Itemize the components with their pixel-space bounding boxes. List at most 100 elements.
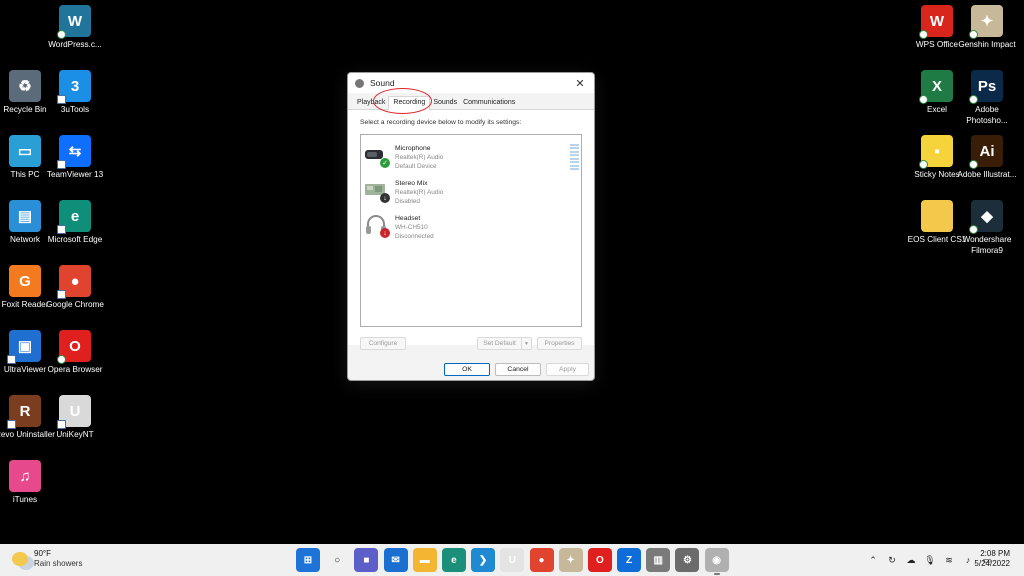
desktop-shortcut-label: TeamViewer 13 [46,170,104,179]
properties-button[interactable]: Properties [537,337,582,350]
set-default-dropdown[interactable]: ▼ [521,337,532,350]
folder-icon [921,200,953,232]
revo-uninstaller-icon: R [7,395,41,429]
weather-widget[interactable]: 90°F Rain showers [12,549,82,569]
headset-device-icon: ↓ [364,213,390,238]
teams-chat-icon[interactable]: ■ [354,548,379,572]
tab-recording[interactable]: Recording [388,96,431,110]
cancel-button[interactable]: Cancel [495,363,541,376]
sound-control-icon[interactable]: ◉ [704,548,729,575]
desktop-shortcut-label: Foxit Reader [1,300,49,309]
ultraviewer-icon: ▣ [7,330,41,364]
device-driver: Realtek(R) Audio [395,154,444,161]
close-button[interactable]: ✕ [566,73,594,93]
wordpress-icon: W [57,5,91,39]
desktop-shortcut-label: Genshin Impact [958,40,1016,49]
desktop-shortcut-label: This PC [10,170,40,179]
chrome-icon: ● [57,265,91,299]
chevron-up-icon[interactable]: ⌃ [866,553,880,567]
device-microphone[interactable]: ✓ Microphone Realtek(R) Audio Default De… [364,140,579,172]
start-icon[interactable]: ⊞ [296,548,320,572]
sound-dialog: Sound ✕ Playback Recording Sounds Commun… [347,72,595,381]
printer-icon[interactable]: ▥ [646,548,671,572]
genshin-taskbar-icon[interactable]: ✦ [558,548,583,572]
desktop-shortcut[interactable]: U UniKeyNT [44,395,106,441]
tab-sounds[interactable]: Sounds [430,99,460,109]
sync-status-icon [969,95,978,104]
desktop-shortcut[interactable]: ✦ Genshin Impact [956,5,1018,51]
opera-icon: O [57,330,91,364]
file-explorer-icon[interactable]: ▬ [412,548,437,572]
edge-taskbar-icon[interactable]: e [441,548,466,572]
volume-icon[interactable]: ♪ [961,553,975,567]
desktop-shortcut[interactable]: ⇆ TeamViewer 13 [44,135,106,181]
desktop-shortcut[interactable]: O Opera Browser [44,330,106,376]
desktop-shortcut-label: Opera Browser [47,365,103,374]
unikey-taskbar-icon[interactable]: U [500,548,525,572]
set-default-button[interactable]: Set Default [477,337,521,350]
sticky-notes-icon: ▪ [919,135,953,169]
desktop-shortcut[interactable]: 3 3uTools [44,70,106,116]
apply-button[interactable]: Apply [546,363,589,376]
device-status: Disabled [395,198,420,205]
disabled-arrow-icon: ↓ [380,193,390,203]
cloud-tray-icon[interactable]: ☁ [904,553,918,567]
dialog-titlebar[interactable]: Sound [348,73,594,93]
speaker-icon [355,78,364,88]
clock-time: 2:08 PM [980,549,1010,558]
photoshop-icon: Ps [969,70,1003,104]
excel-icon: X [919,70,953,104]
desktop-shortcut-label: Google Chrome [46,300,104,309]
desktop-shortcut-label: WordPress.c... [48,40,102,49]
device-stereo-mix[interactable]: ↓ Stereo Mix Realtek(R) Audio Disabled [364,175,564,207]
desktop-shortcut[interactable]: e Microsoft Edge [44,200,106,246]
desktop: W WordPress.c... ♻ Recycle Bin 3 3uTools ▭ This… [0,0,1024,544]
desktop-shortcut[interactable]: Ps Adobe Photosho... [956,70,1018,126]
desktop-shortcut[interactable]: ♫ iTunes [0,460,56,506]
device-name: Microphone [395,145,431,152]
microphone-tray-icon[interactable]: 🎙 [923,553,937,567]
device-status: Disconnected [395,233,434,240]
desktop-shortcut-label: Adobe Illustrat... [957,170,1017,179]
wifi-icon[interactable]: ≋ [942,553,956,567]
this-pc-icon: ▭ [9,135,41,167]
edge-icon: e [57,200,91,234]
tab-communications[interactable]: Communications [460,99,518,109]
sync-status-icon [57,355,66,364]
tab-playback[interactable]: Playback [354,99,388,109]
close-icon: ✕ [575,77,585,90]
level-meter [570,144,579,170]
vscode-icon[interactable]: ❯ [471,548,496,572]
device-name: Stereo Mix [395,180,428,187]
chrome-taskbar-icon[interactable]: ● [529,548,554,572]
sync-status-icon [919,95,928,104]
desktop-shortcut-label: Recycle Bin [3,105,47,114]
sync-tray-icon[interactable]: ↻ [885,553,899,567]
genshin-icon: ✦ [969,5,1003,39]
desktop-shortcut-label: Adobe Photosho... [966,105,1008,125]
search-icon[interactable]: ○ [325,548,350,572]
mail-icon[interactable]: ✉ [383,548,408,572]
device-driver: WH-CH510 [395,224,428,231]
sync-status-icon [919,30,928,39]
desktop-shortcut-label: UltraViewer [3,365,47,374]
opera-taskbar-icon[interactable]: O [587,548,612,572]
zalo-icon[interactable]: Z [617,548,642,572]
ok-button[interactable]: OK [444,363,490,376]
sync-status-icon [969,30,978,39]
desktop-shortcut[interactable]: ◆ Wondershare Filmora9 [956,200,1018,256]
dialog-title: Sound [370,78,395,88]
device-headset[interactable]: ↓ Headset WH-CH510 Disconnected [364,210,564,242]
desktop-shortcut[interactable]: ● Google Chrome [44,265,106,311]
configure-button[interactable]: Configure [360,337,406,350]
clock[interactable]: 2:08 PM 5/24/2022 [974,549,1010,569]
device-status: Default Device [395,163,437,170]
shortcut-arrow-icon [57,95,66,104]
recording-device-list[interactable]: ✓ Microphone Realtek(R) Audio Default De… [360,134,582,327]
sync-status-icon [969,225,978,234]
recording-tab-panel: Select a recording device below to modif… [348,110,594,345]
clock-date: 5/24/2022 [974,559,1010,568]
settings-icon[interactable]: ⚙ [675,548,700,572]
desktop-shortcut[interactable]: W WordPress.c... [44,5,106,51]
desktop-shortcut[interactable]: Ai Adobe Illustrat... [956,135,1018,181]
